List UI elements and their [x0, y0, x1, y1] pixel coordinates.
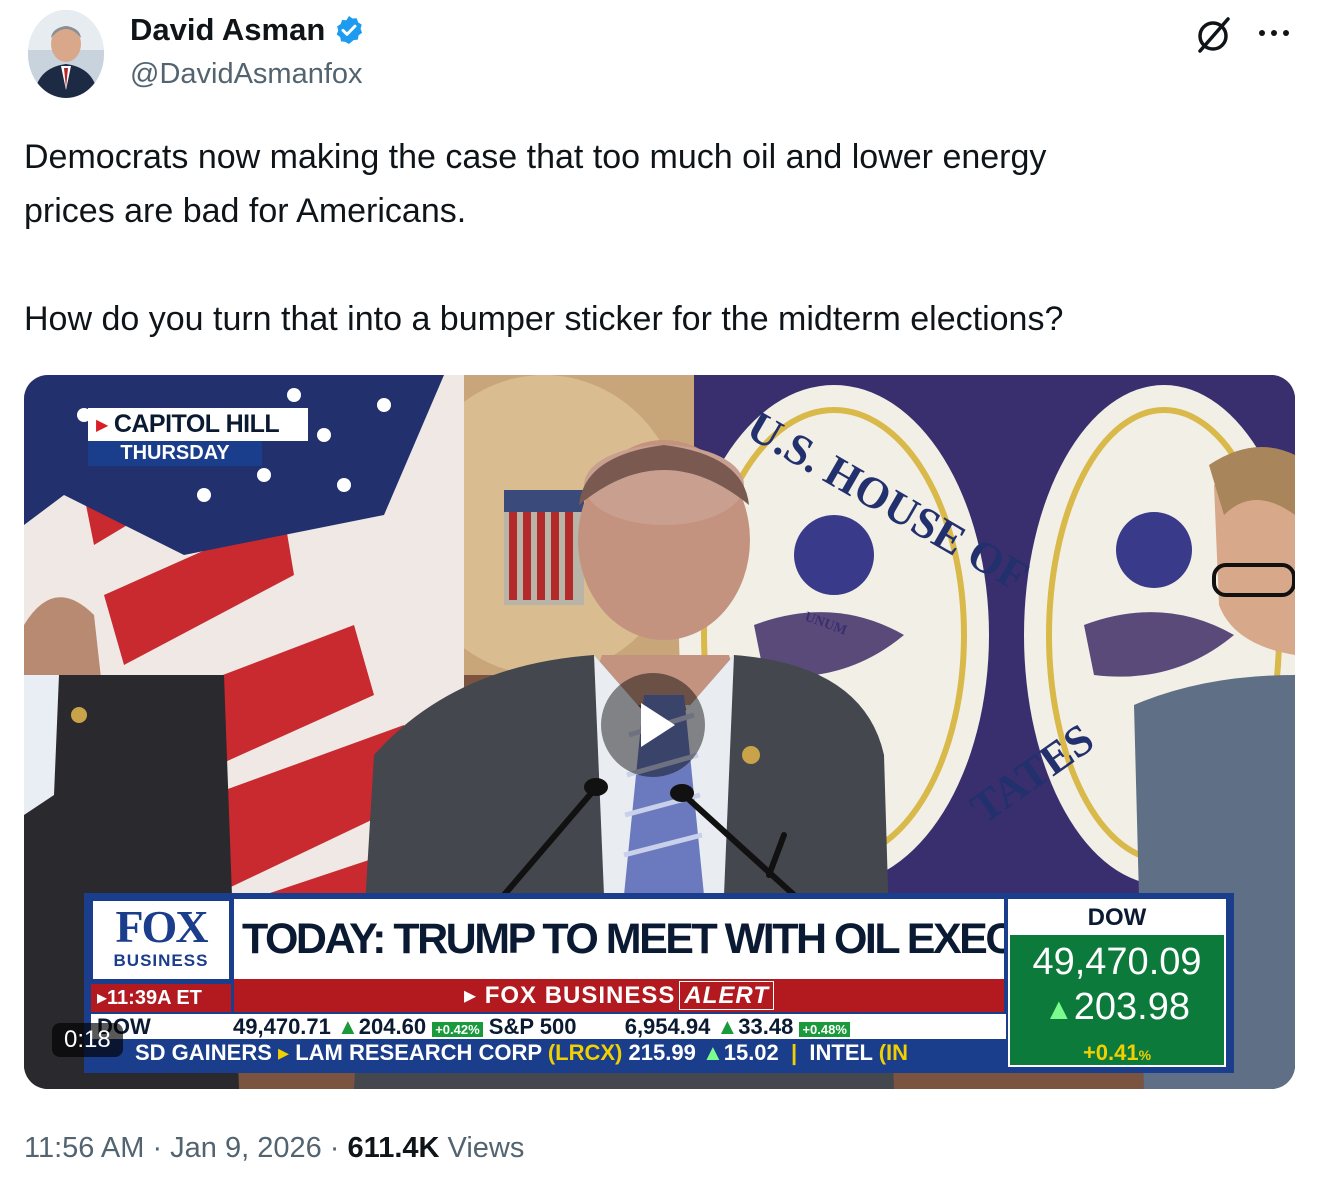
separator-bar: |	[784, 1040, 804, 1065]
ticker-dow-value: 49,470.71	[233, 1014, 331, 1039]
tweet-line-2: prices are bad for Americans.	[24, 192, 467, 230]
gainers-ticker: SD GAINERS ▸ LAM RESEARCH CORP (LRCX) 21…	[91, 1039, 1006, 1067]
author-handle[interactable]: @DavidAsmanfox	[130, 58, 363, 91]
ticker-dow-change: 204.60	[358, 1014, 427, 1039]
news-headline: TODAY: TRUMP TO MEET WITH OIL EXECS AT W…	[234, 899, 1004, 979]
alert-banner: ▸ FOX BUSINESS ALERT	[234, 979, 1004, 1012]
dow-change: ▲203.98	[1010, 985, 1224, 1032]
avatar[interactable]	[28, 10, 104, 98]
stock1-price: 215.99	[628, 1040, 696, 1065]
grok-icon[interactable]	[1192, 14, 1234, 56]
dow-change-value: 203.98	[1073, 986, 1190, 1028]
play-triangle-icon: ▶	[96, 416, 108, 434]
ticker-dow-pct: +0.42%	[432, 1022, 483, 1037]
alert-word: ALERT	[679, 981, 774, 1010]
video-player[interactable]: U.S. HOUSE OF TATES UNUM ▶ CAPITOL HILL …	[24, 375, 1295, 1089]
tweet-line-3: How do you turn that into a bumper stick…	[24, 300, 1064, 338]
post-time[interactable]: 11:56 AM	[24, 1132, 144, 1164]
stock1-symbol: (LRCX)	[547, 1040, 623, 1065]
stock2-name: INTEL	[809, 1040, 873, 1065]
up-arrow-icon: ▲	[716, 1014, 739, 1039]
logo-sub: BUSINESS	[113, 951, 209, 970]
stock1-change: 15.02	[723, 1040, 779, 1065]
views-count[interactable]: 611.4K	[348, 1132, 440, 1164]
stock1-name: LAM RESEARCH CORP	[295, 1040, 542, 1065]
author-name[interactable]: David Asman	[130, 12, 365, 48]
alert-brand: ▸ FOX BUSINESS	[464, 982, 676, 1009]
post-date[interactable]: Jan 9, 2026	[170, 1132, 322, 1164]
up-arrow-icon: ▲	[337, 1014, 359, 1039]
up-arrow-icon: ▲	[1044, 993, 1074, 1026]
day-label: THURSDAY	[88, 441, 262, 466]
up-arrow-icon: ▲	[701, 1040, 724, 1065]
stock2-symbol: (IN	[878, 1040, 909, 1065]
dow-percent: +0.41%	[1010, 1040, 1224, 1066]
tweet-line-1: Democrats now making the case that too m…	[24, 138, 1047, 176]
dow-label: DOW	[1010, 901, 1224, 935]
ticker-sp-change: 33.48	[738, 1014, 794, 1039]
logo-main: FOX	[115, 901, 208, 952]
ticker-sp-label: S&P 500	[488, 1014, 577, 1039]
location-bug: ▶ CAPITOL HILL THURSDAY	[88, 408, 308, 466]
broadcast-time: ▸11:39A ET	[91, 984, 231, 1012]
dow-pct-value: +0.41	[1082, 1040, 1139, 1065]
dow-value: 49,470.09	[1032, 941, 1202, 983]
location-label: ▶ CAPITOL HILL	[88, 408, 308, 441]
dow-pct-unit: %	[1138, 1047, 1152, 1063]
location-text: CAPITOL HILL	[113, 410, 280, 438]
ticker-sp-value: 6,954.94	[624, 1014, 711, 1039]
play-button[interactable]	[601, 673, 705, 777]
tweet-text: Democrats now making the case that too m…	[24, 130, 1304, 346]
fox-business-logo: FOX BUSINESS	[91, 899, 231, 981]
video-duration: 0:18	[52, 1023, 123, 1057]
chevron-right-icon: ▸	[278, 1040, 296, 1065]
market-ticker: DOW 49,470.71 ▲204.60 +0.42% S&P 500 6,9…	[91, 1014, 1006, 1039]
views-label: Views	[439, 1132, 525, 1164]
meta-separator: ·	[321, 1132, 348, 1164]
tweet-meta: 11:56 AM · Jan 9, 2026 · 611.4K Views	[24, 1132, 524, 1165]
verified-badge-icon	[336, 16, 363, 44]
more-options-icon[interactable]	[1254, 26, 1294, 40]
display-name-text[interactable]: David Asman	[130, 12, 325, 48]
avatar-photo	[28, 10, 104, 98]
meta-separator: ·	[144, 1132, 171, 1164]
dow-box: DOW 49,470.09 ▲203.98 +0.41%	[1008, 899, 1226, 1067]
play-icon	[641, 703, 675, 747]
gainers-label: SD GAINERS	[135, 1040, 272, 1065]
ticker-sp-pct: +0.48%	[799, 1022, 850, 1037]
